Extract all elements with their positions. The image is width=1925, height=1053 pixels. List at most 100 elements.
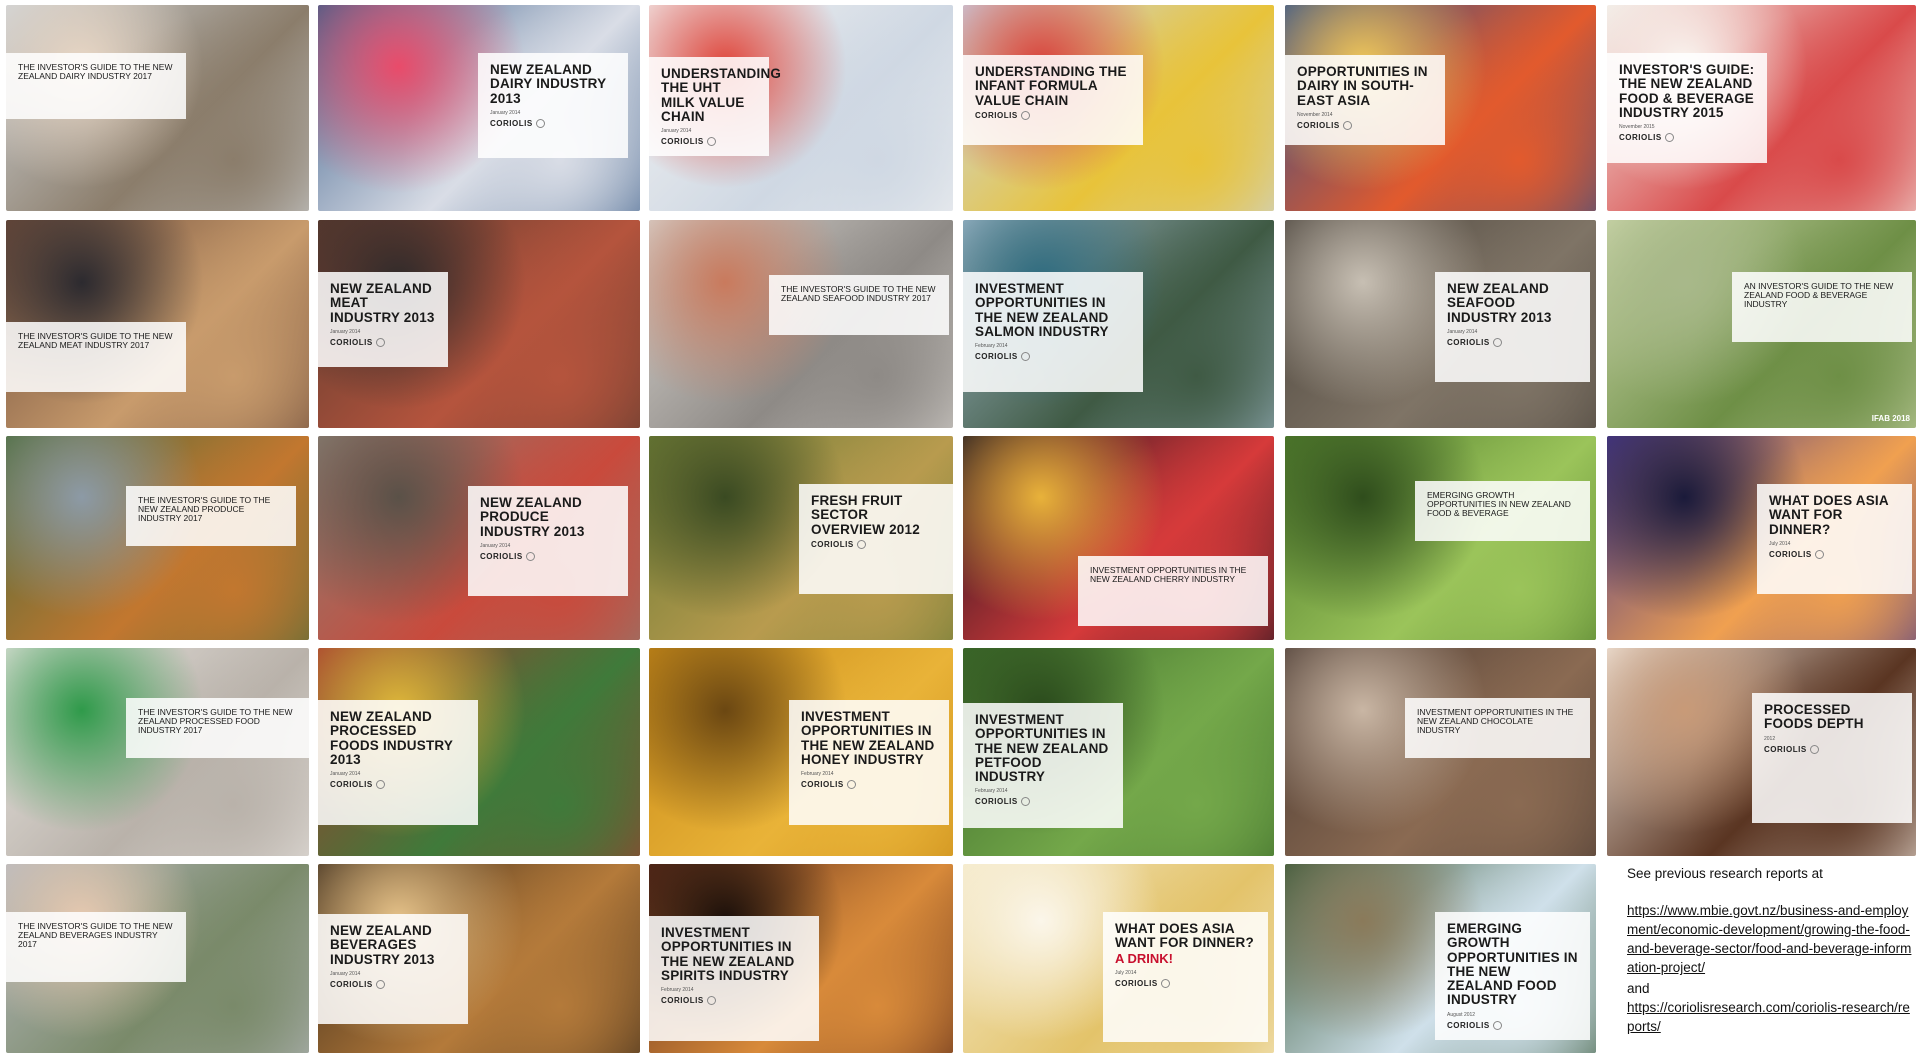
report-cover-tile[interactable]: THE INVESTOR'S GUIDE TO THE NEW ZEALAND … [649,220,953,428]
cover-title-panel: NEW ZEALAND DAIRY INDUSTRY 2013 January 2… [478,53,628,158]
cover-title: AN INVESTOR'S GUIDE TO THE NEW ZEALAND F… [1744,281,1894,309]
report-cover-tile[interactable]: INVESTMENT OPPORTUNITIES IN THE NEW ZEAL… [963,220,1274,428]
coriolis-logo-text: CORIOLIS [811,539,854,549]
cover-date: July 2014 [1115,969,1137,976]
cover-date: February 2014 [801,771,834,778]
coriolis-logo-text: CORIOLIS [975,797,1018,807]
cover-date: February 2014 [661,987,694,994]
coriolis-logo: CORIOLIS [330,780,466,790]
cover-title-panel: THE INVESTOR'S GUIDE TO THE NEW ZEALAND … [126,486,296,546]
cover-date: January 2014 [1447,328,1478,335]
report-cover-tile[interactable]: EMERGING GROWTH OPPORTUNITIES IN THE NEW… [1285,864,1596,1053]
cover-date: January 2014 [661,128,692,135]
cover-date: August 2012 [1447,1011,1476,1018]
coriolis-logo-text: CORIOLIS [1115,978,1158,988]
cover-title-panel: PROCESSED FOODS DEPTH 2012 CORIOLIS [1752,693,1912,823]
report-cover-tile[interactable]: NEW ZEALAND DAIRY INDUSTRY 2013 January 2… [318,5,640,211]
logo-ring-icon [375,780,385,790]
cover-title: THE INVESTOR'S GUIDE TO THE NEW ZEALAND … [781,284,936,303]
cover-title-panel: NEW ZEALAND PRODUCE INDUSTRY 2013 January… [468,486,628,596]
coriolis-logo: CORIOLIS [975,797,1111,807]
cover-date: February 2014 [975,343,1008,350]
report-cover-tile[interactable]: INVESTOR'S GUIDE: THE NEW ZEALAND FOOD &… [1607,5,1916,211]
coriolis-logo: CORIOLIS [490,118,616,128]
report-cover-tile[interactable]: THE INVESTOR'S GUIDE TO THE NEW ZEALAND … [6,436,309,640]
logo-ring-icon [525,551,535,561]
cover-title: THE INVESTOR'S GUIDE TO THE NEW ZEALAND … [18,331,173,350]
report-cover-tile[interactable]: INVESTMENT OPPORTUNITIES IN THE NEW ZEAL… [963,648,1274,856]
report-cover-tile[interactable]: FRESH FRUIT SECTOR OVERVIEW 2012 CORIOLIS [649,436,953,640]
coriolis-logo: CORIOLIS [801,780,937,790]
cover-date: November 2014 [1297,111,1333,118]
report-cover-tile[interactable]: WHAT DOES ASIA WANT FOR DINNER? A DRINK! J… [963,864,1274,1053]
report-cover-tile[interactable]: AN INVESTOR'S GUIDE TO THE NEW ZEALAND F… [1607,220,1916,428]
cover-title: INVESTMENT OPPORTUNITIES IN THE NEW ZEAL… [801,709,935,767]
report-cover-tile[interactable]: PROCESSED FOODS DEPTH 2012 CORIOLIS [1607,648,1916,856]
logo-ring-icon [1492,1020,1502,1030]
cover-title-panel: THE INVESTOR'S GUIDE TO THE NEW ZEALAND … [6,53,186,119]
cover-date: January 2014 [480,542,511,549]
report-cover-tile[interactable]: UNDERSTANDING THE INFANT FORMULA VALUE C… [963,5,1274,211]
cover-title: WHAT DOES ASIA WANT FOR DINNER? [1115,921,1254,951]
report-cover-tile[interactable]: NEW ZEALAND MEAT INDUSTRY 2013 January 20… [318,220,640,428]
logo-ring-icon [1809,744,1819,754]
coriolis-logo-text: CORIOLIS [480,551,523,561]
report-cover-tile[interactable]: THE INVESTOR'S GUIDE TO THE NEW ZEALAND … [6,864,309,1053]
report-cover-tile[interactable]: INVESTMENT OPPORTUNITIES IN THE NEW ZEAL… [963,436,1274,640]
report-cover-tile[interactable]: WHAT DOES ASIA WANT FOR DINNER? July 2014… [1607,436,1916,640]
cover-title: NEW ZEALAND BEVERAGES INDUSTRY 2013 [330,923,435,967]
coriolis-logo: CORIOLIS [1447,337,1578,347]
logo-ring-icon [1020,110,1030,120]
cover-title: UNDERSTANDING THE UHT MILK VALUE CHAIN [661,66,782,124]
coriolis-logo-text: CORIOLIS [1764,744,1807,754]
coriolis-logo: CORIOLIS [1447,1020,1578,1030]
cover-title: THE INVESTOR'S GUIDE TO THE NEW ZEALAND … [18,62,173,81]
cover-title-panel: THE INVESTOR'S GUIDE TO THE NEW ZEALAND … [6,322,186,392]
cover-title: THE INVESTOR'S GUIDE TO THE NEW ZEALAND … [138,707,293,735]
cover-title-panel: NEW ZEALAND MEAT INDUSTRY 2013 January 20… [318,272,448,367]
logo-ring-icon [1160,978,1170,988]
report-cover-tile[interactable]: INVESTMENT OPPORTUNITIES IN THE NEW ZEAL… [649,648,953,856]
report-cover-tile[interactable]: UNDERSTANDING THE UHT MILK VALUE CHAIN Ja… [649,5,953,211]
cover-date: February 2014 [975,788,1008,795]
coriolis-logo-text: CORIOLIS [330,780,373,790]
mbie-report-link[interactable]: https://www.mbie.govt.nz/business-and-em… [1627,901,1917,977]
cover-date: January 2014 [330,771,361,778]
report-cover-tile[interactable]: INVESTMENT OPPORTUNITIES IN THE NEW ZEAL… [649,864,953,1053]
research-reports-note: See previous research reports at https:/… [1627,864,1917,1036]
logo-ring-icon [856,539,866,549]
report-cover-tile[interactable]: NEW ZEALAND BEVERAGES INDUSTRY 2013 Janua… [318,864,640,1053]
cover-title-panel: THE INVESTOR'S GUIDE TO THE NEW ZEALAND … [126,698,309,758]
cover-title-panel: WHAT DOES ASIA WANT FOR DINNER? A DRINK! J… [1103,912,1268,1042]
logo-ring-icon [1342,120,1352,130]
coriolis-report-link[interactable]: https://coriolisresearch.com/coriolis-re… [1627,998,1917,1036]
report-cover-tile[interactable]: THE INVESTOR'S GUIDE TO THE NEW ZEALAND … [6,220,309,428]
report-cover-tile[interactable]: THE INVESTOR'S GUIDE TO THE NEW ZEALAND … [6,648,309,856]
coriolis-logo: CORIOLIS [811,539,942,549]
cover-accent-text: A DRINK! [1115,950,1174,966]
report-cover-tile[interactable]: NEW ZEALAND PROCESSED FOODS INDUSTRY 201… [318,648,640,856]
cover-title-panel: THE INVESTOR'S GUIDE TO THE NEW ZEALAND … [769,275,949,335]
cover-title: INVESTMENT OPPORTUNITIES IN THE NEW ZEAL… [1090,565,1247,584]
cover-title-panel: UNDERSTANDING THE UHT MILK VALUE CHAIN Ja… [649,57,782,157]
report-cover-tile[interactable]: EMERGING GROWTH OPPORTUNITIES IN NEW ZEA… [1285,436,1596,640]
logo-ring-icon [1814,549,1824,559]
cover-stamp: IFAB 2018 [1871,414,1910,423]
cover-title: THE INVESTOR'S GUIDE TO THE NEW ZEALAND … [18,921,173,949]
coriolis-logo-text: CORIOLIS [1297,120,1340,130]
report-cover-tile[interactable]: NEW ZEALAND SEAFOOD INDUSTRY 2013 January… [1285,220,1596,428]
logo-ring-icon [535,118,545,128]
report-cover-tile[interactable]: OPPORTUNITIES IN DAIRY IN SOUTH-EAST ASI… [1285,5,1596,211]
coriolis-logo-text: CORIOLIS [490,118,533,128]
coriolis-logo-text: CORIOLIS [330,979,373,989]
report-cover-tile[interactable]: INVESTMENT OPPORTUNITIES IN THE NEW ZEAL… [1285,648,1596,856]
note-and-text: and [1627,981,1650,996]
logo-ring-icon [1020,352,1030,362]
coriolis-logo: CORIOLIS [975,110,1131,120]
report-cover-tile[interactable]: THE INVESTOR'S GUIDE TO THE NEW ZEALAND … [6,5,309,211]
report-cover-tile[interactable]: NEW ZEALAND PRODUCE INDUSTRY 2013 January… [318,436,640,640]
coriolis-logo-text: CORIOLIS [975,110,1018,120]
cover-title: INVESTMENT OPPORTUNITIES IN THE NEW ZEAL… [975,281,1109,339]
cover-title: INVESTMENT OPPORTUNITIES IN THE NEW ZEAL… [1417,707,1574,735]
coriolis-logo-text: CORIOLIS [975,352,1018,362]
